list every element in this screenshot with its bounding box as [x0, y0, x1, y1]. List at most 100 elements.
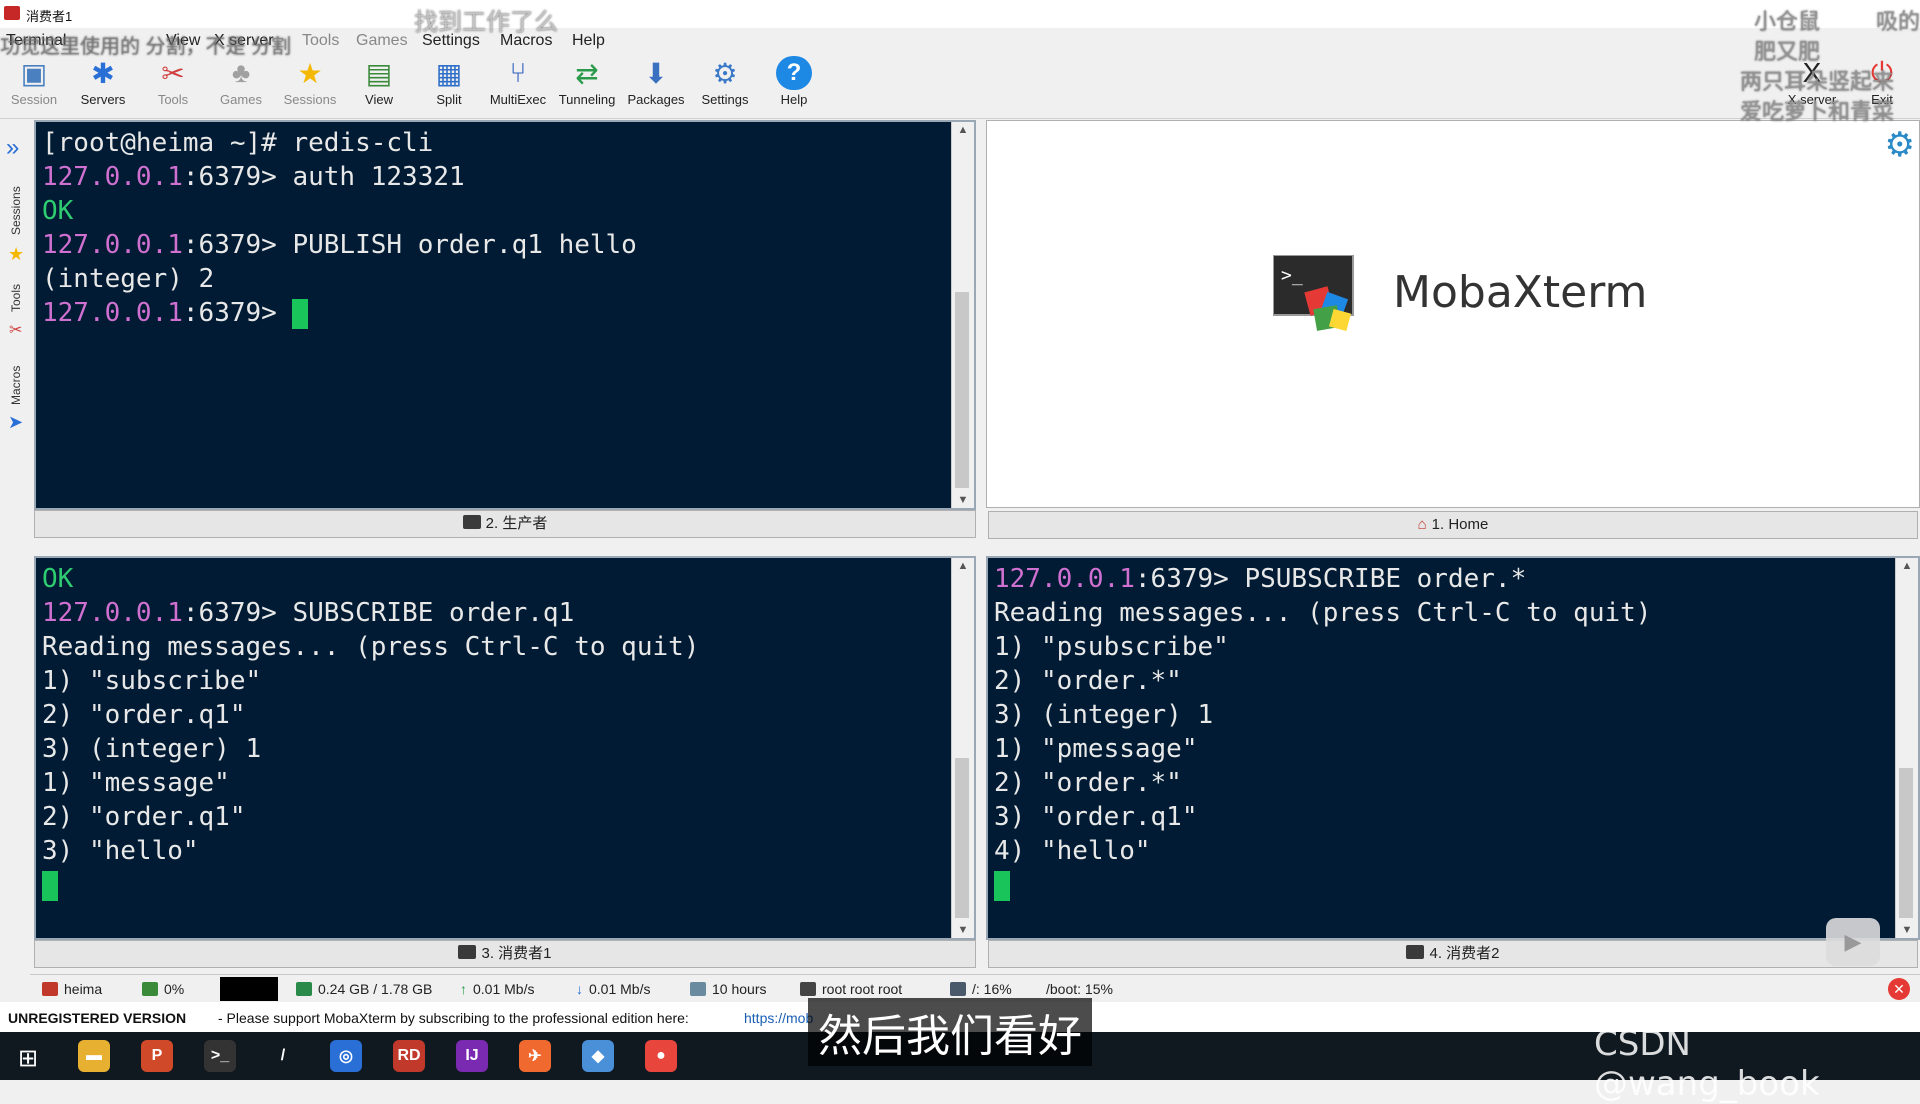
- menu-games[interactable]: Games: [356, 32, 408, 50]
- disk-icon: [950, 982, 966, 996]
- toolbar-button-help[interactable]: ? Help: [760, 56, 828, 107]
- tab-label: 4. 消费者2: [1429, 945, 1500, 962]
- mobaxterm-task-icon[interactable]: ◆: [582, 1040, 614, 1072]
- chrome-icon[interactable]: ●: [645, 1040, 677, 1072]
- terminal-text: 3) "order.q1": [994, 802, 1198, 832]
- scroll-down-icon[interactable]: ▼: [1896, 924, 1918, 936]
- menu-help[interactable]: Help: [572, 32, 605, 50]
- close-icon[interactable]: ✕: [1888, 978, 1910, 1000]
- powerpoint-icon[interactable]: P: [141, 1040, 173, 1072]
- scroll-up-icon[interactable]: ▲: [952, 124, 974, 136]
- windows-start-icon[interactable]: ⊞: [18, 1044, 38, 1073]
- toolbar-button-servers[interactable]: ✱ Servers: [69, 56, 137, 108]
- scroll-up-icon[interactable]: ▲: [952, 560, 974, 572]
- prompt-host: 127.0.0.1: [42, 230, 183, 260]
- scrollbar[interactable]: ▲ ▼: [951, 122, 974, 508]
- toolbar-button-label: Sessions: [283, 92, 337, 107]
- video-player-icon[interactable]: ▶: [1826, 918, 1880, 966]
- terminal-text: 4) "hello": [994, 836, 1151, 866]
- expand-sidebar-icon[interactable]: »: [6, 134, 19, 162]
- tab-consumer1[interactable]: 3. 消费者1: [34, 940, 976, 968]
- terminal-text: 3) (integer) 1: [42, 734, 262, 764]
- tab-producer[interactable]: 2. 生产者: [34, 510, 976, 538]
- scroll-up-icon[interactable]: ▲: [1896, 560, 1918, 572]
- toolbar-button-label: Help: [780, 92, 808, 107]
- file-explorer-icon[interactable]: ▬: [78, 1040, 110, 1072]
- postman-icon[interactable]: ✈: [519, 1040, 551, 1072]
- terminal-line: 127.0.0.1:6379> SUBSCRIBE order.q1: [42, 596, 950, 630]
- terminal-text: 2) "order.q1": [42, 700, 246, 730]
- toolbar-button-label: Servers: [80, 92, 126, 107]
- toolbar-button-tunneling[interactable]: ⇄ Tunneling: [553, 56, 621, 108]
- toolbar-button-games[interactable]: ♣ Games: [207, 56, 275, 107]
- terminal-text: (integer) 2: [42, 264, 215, 294]
- toolbar-button-label: Tools: [157, 92, 189, 107]
- tools-icon: ✂: [9, 322, 23, 339]
- toolbar-button-label: Tunneling: [558, 92, 616, 107]
- scroll-thumb[interactable]: [1899, 768, 1913, 918]
- intellij-icon[interactable]: IJ: [456, 1040, 488, 1072]
- terminal-cursor: [42, 870, 58, 901]
- toolbar-button-label: Split: [436, 92, 462, 107]
- gear-icon[interactable]: ⚙: [1885, 125, 1915, 165]
- tools-icon: ✂: [161, 57, 185, 89]
- scroll-thumb[interactable]: [955, 292, 969, 488]
- terminal-pane-producer[interactable]: [root@heima ~]# redis-cli 127.0.0.1:6379>…: [34, 120, 976, 510]
- sidebar-tab-tools[interactable]: Tools: [9, 284, 23, 312]
- terminal-output: 127.0.0.1:6379> PSUBSCRIBE order.* Readin…: [994, 562, 1894, 902]
- terminal-line: 4) "hello": [994, 834, 1894, 868]
- notice-bold: UNREGISTERED VERSION: [8, 1010, 187, 1026]
- scroll-down-icon[interactable]: ▼: [952, 924, 974, 936]
- menu-tools[interactable]: Tools: [302, 32, 339, 50]
- sidebar-tab-macros[interactable]: Macros: [9, 366, 23, 405]
- terminal-line: 1) "pmessage": [994, 732, 1894, 766]
- browser-icon[interactable]: ◎: [330, 1040, 362, 1072]
- mobaxterm-logo-text: MobaXterm: [1393, 267, 1648, 318]
- notice-link[interactable]: https://mob: [744, 1010, 813, 1026]
- prompt-host: 127.0.0.1: [42, 298, 183, 328]
- danmaku-text: 两只耳朵竖起来: [1740, 69, 1895, 94]
- toolbar: ▣ Session ✱ Servers ✂ Tools ♣ Games ★ Sessions ▤ Vi…: [0, 52, 1920, 119]
- tab-home[interactable]: ⌂ 1. Home: [988, 511, 1918, 539]
- status-disk-root: /: 16%: [950, 981, 1012, 997]
- terminal-pane-consumer1[interactable]: OK 127.0.0.1:6379> SUBSCRIBE order.q1 Read…: [34, 556, 976, 940]
- toolbar-button-settings[interactable]: ⚙ Settings: [691, 56, 759, 108]
- pen-icon[interactable]: /: [267, 1040, 299, 1072]
- terminal-text: 1) "pmessage": [994, 734, 1198, 764]
- terminal-line: (integer) 2: [42, 262, 950, 296]
- terminal-line: 127.0.0.1:6379> auth 123321: [42, 160, 950, 194]
- redis-desktop-icon[interactable]: RD: [393, 1040, 425, 1072]
- prompt-host: 127.0.0.1: [42, 598, 183, 628]
- toolbar-button-tools[interactable]: ✂ Tools: [139, 56, 207, 108]
- toolbar-button-multiexec[interactable]: ⑂ MultiExec: [484, 56, 552, 107]
- toolbar-button-session[interactable]: ▣ Session: [0, 56, 68, 108]
- terminal-text: [root@heima ~]# redis-cli: [42, 128, 434, 158]
- scrollbar[interactable]: ▲ ▼: [951, 558, 974, 938]
- toolbar-button-label: Packages: [627, 92, 685, 107]
- terminal-line: 3) "hello": [42, 834, 950, 868]
- tab-label: 3. 消费者1: [481, 945, 552, 962]
- toolbar-button-label: MultiExec: [489, 92, 547, 107]
- scrollbar[interactable]: ▲ ▼: [1895, 558, 1918, 938]
- tab-label: 2. 生产者: [485, 515, 548, 532]
- toolbar-button-label: Games: [220, 92, 262, 107]
- toolbar-button-sessions[interactable]: ★ Sessions: [276, 56, 344, 108]
- terminal-icon[interactable]: >_: [204, 1040, 236, 1072]
- toolbar-button-split[interactable]: ▦ Split: [415, 56, 483, 108]
- terminal-line: 127.0.0.1:6379>: [42, 296, 950, 330]
- status-uptime: 10 hours: [690, 981, 766, 997]
- terminal-line: 127.0.0.1:6379> PUBLISH order.q1 hello: [42, 228, 950, 262]
- terminal-line: 1) "message": [42, 766, 950, 800]
- scroll-thumb[interactable]: [955, 758, 969, 918]
- tab-consumer2[interactable]: 4. 消费者2: [988, 940, 1918, 968]
- prompt-host: 127.0.0.1: [42, 162, 183, 192]
- toolbar-button-view[interactable]: ▤ View: [345, 56, 413, 108]
- scroll-down-icon[interactable]: ▼: [952, 494, 974, 506]
- toolbar-button-packages[interactable]: ⬇ Packages: [622, 56, 690, 108]
- terminal-pane-consumer2[interactable]: 127.0.0.1:6379> PSUBSCRIBE order.* Readin…: [986, 556, 1920, 940]
- terminal-line: 1) "psubscribe": [994, 630, 1894, 664]
- terminal-line: 1) "subscribe": [42, 664, 950, 698]
- servers-icon: ✱: [91, 57, 115, 89]
- terminal-text: Reading messages... (press Ctrl-C to qui…: [994, 598, 1652, 628]
- sidebar-tab-sessions[interactable]: Sessions: [9, 186, 23, 235]
